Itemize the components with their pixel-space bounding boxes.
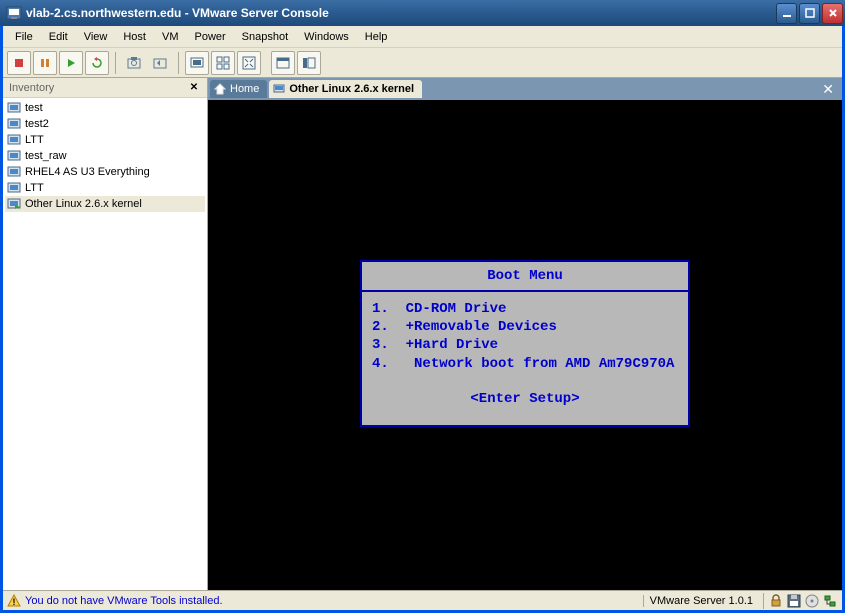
svg-text:!: ! [13,597,16,607]
inventory-item[interactable]: test_raw [5,148,205,164]
vm-icon [273,83,285,95]
vm-icon [7,149,21,163]
status-bar: ! You do not have VMware Tools installed… [3,590,842,610]
tab-label: Home [230,83,259,95]
tab-label: Other Linux 2.6.x kernel [289,83,414,95]
vm-icon [7,133,21,147]
vm-icon [7,165,21,179]
network-icon[interactable] [822,593,838,609]
inventory-item-label: test2 [25,118,49,130]
stop-button[interactable] [7,51,31,75]
inventory-item[interactable]: Other Linux 2.6.x kernel [5,196,205,212]
status-tray [763,593,838,609]
fullscreen-button[interactable] [237,51,261,75]
vm-icon [7,181,21,195]
menu-vm[interactable]: VM [154,29,187,45]
quick-switch-button[interactable] [211,51,235,75]
warning-icon: ! [7,594,21,608]
snapshot-button[interactable] [122,51,146,75]
menu-file[interactable]: File [7,29,41,45]
home-icon [214,83,226,95]
pause-button[interactable] [33,51,57,75]
summary-button[interactable] [271,51,295,75]
tab-close-button[interactable]: ✕ [816,81,840,98]
inventory-item-label: Other Linux 2.6.x kernel [25,198,142,210]
inventory-item[interactable]: RHEL4 AS U3 Everything [5,164,205,180]
inventory-item[interactable]: test2 [5,116,205,132]
tab-home[interactable]: Home [210,80,267,98]
maximize-button[interactable] [799,3,820,24]
boot-menu-title: Boot Menu [362,262,688,292]
inventory-item-label: LTT [25,134,44,146]
boot-menu-item[interactable]: 4. Network boot from AMD Am79C970A [372,355,678,373]
toolbar [3,48,842,78]
tab-active-vm[interactable]: Other Linux 2.6.x kernel [269,80,422,98]
inventory-item[interactable]: LTT [5,180,205,196]
inventory-button[interactable] [297,51,321,75]
tab-bar: Home Other Linux 2.6.x kernel ✕ [208,78,842,100]
boot-enter-setup[interactable]: <Enter Setup> [372,391,678,407]
inventory-item[interactable]: test [5,100,205,116]
play-button[interactable] [59,51,83,75]
close-button[interactable] [822,3,843,24]
menu-windows[interactable]: Windows [296,29,357,45]
vm-icon [7,117,21,131]
sidebar-title: Inventory [9,82,187,94]
floppy-icon[interactable] [786,593,802,609]
inventory-item-label: LTT [25,182,44,194]
content-area: Home Other Linux 2.6.x kernel ✕ Boot Men… [208,78,842,590]
lock-icon[interactable] [768,593,784,609]
revert-button[interactable] [148,51,172,75]
inventory-item-label: test_raw [25,150,67,162]
bios-boot-menu: Boot Menu 1. CD-ROM Drive 2. +Removable … [360,260,690,427]
boot-menu-item[interactable]: 3. +Hard Drive [372,336,678,354]
reset-button[interactable] [85,51,109,75]
inventory-item[interactable]: LTT [5,132,205,148]
boot-menu-item[interactable]: 1. CD-ROM Drive [372,300,678,318]
status-version: VMware Server 1.0.1 [643,595,759,607]
status-warning-text[interactable]: You do not have VMware Tools installed. [25,595,639,607]
vm-console[interactable]: Boot Menu 1. CD-ROM Drive 2. +Removable … [208,100,842,590]
menu-snapshot[interactable]: Snapshot [234,29,296,45]
menu-power[interactable]: Power [186,29,233,45]
vm-icon [7,101,21,115]
inventory-item-label: RHEL4 AS U3 Everything [25,166,150,178]
show-console-button[interactable] [185,51,209,75]
cdrom-icon[interactable] [804,593,820,609]
menu-view[interactable]: View [76,29,116,45]
vm-running-icon [7,197,21,211]
menu-host[interactable]: Host [115,29,154,45]
minimize-button[interactable] [776,3,797,24]
menu-edit[interactable]: Edit [41,29,76,45]
sidebar-close-button[interactable]: ✕ [187,81,201,95]
window-title: vlab-2.cs.northwestern.edu - VMware Serv… [26,6,776,20]
app-icon [6,5,22,21]
inventory-sidebar: Inventory ✕ test test2 LTT test_raw [3,78,208,590]
menu-bar: File Edit View Host VM Power Snapshot Wi… [3,26,842,48]
inventory-list: test test2 LTT test_raw RHEL4 AS U3 Ever… [3,98,207,590]
boot-menu-item[interactable]: 2. +Removable Devices [372,318,678,336]
menu-help[interactable]: Help [357,29,396,45]
inventory-item-label: test [25,102,43,114]
window-titlebar: vlab-2.cs.northwestern.edu - VMware Serv… [0,0,845,26]
